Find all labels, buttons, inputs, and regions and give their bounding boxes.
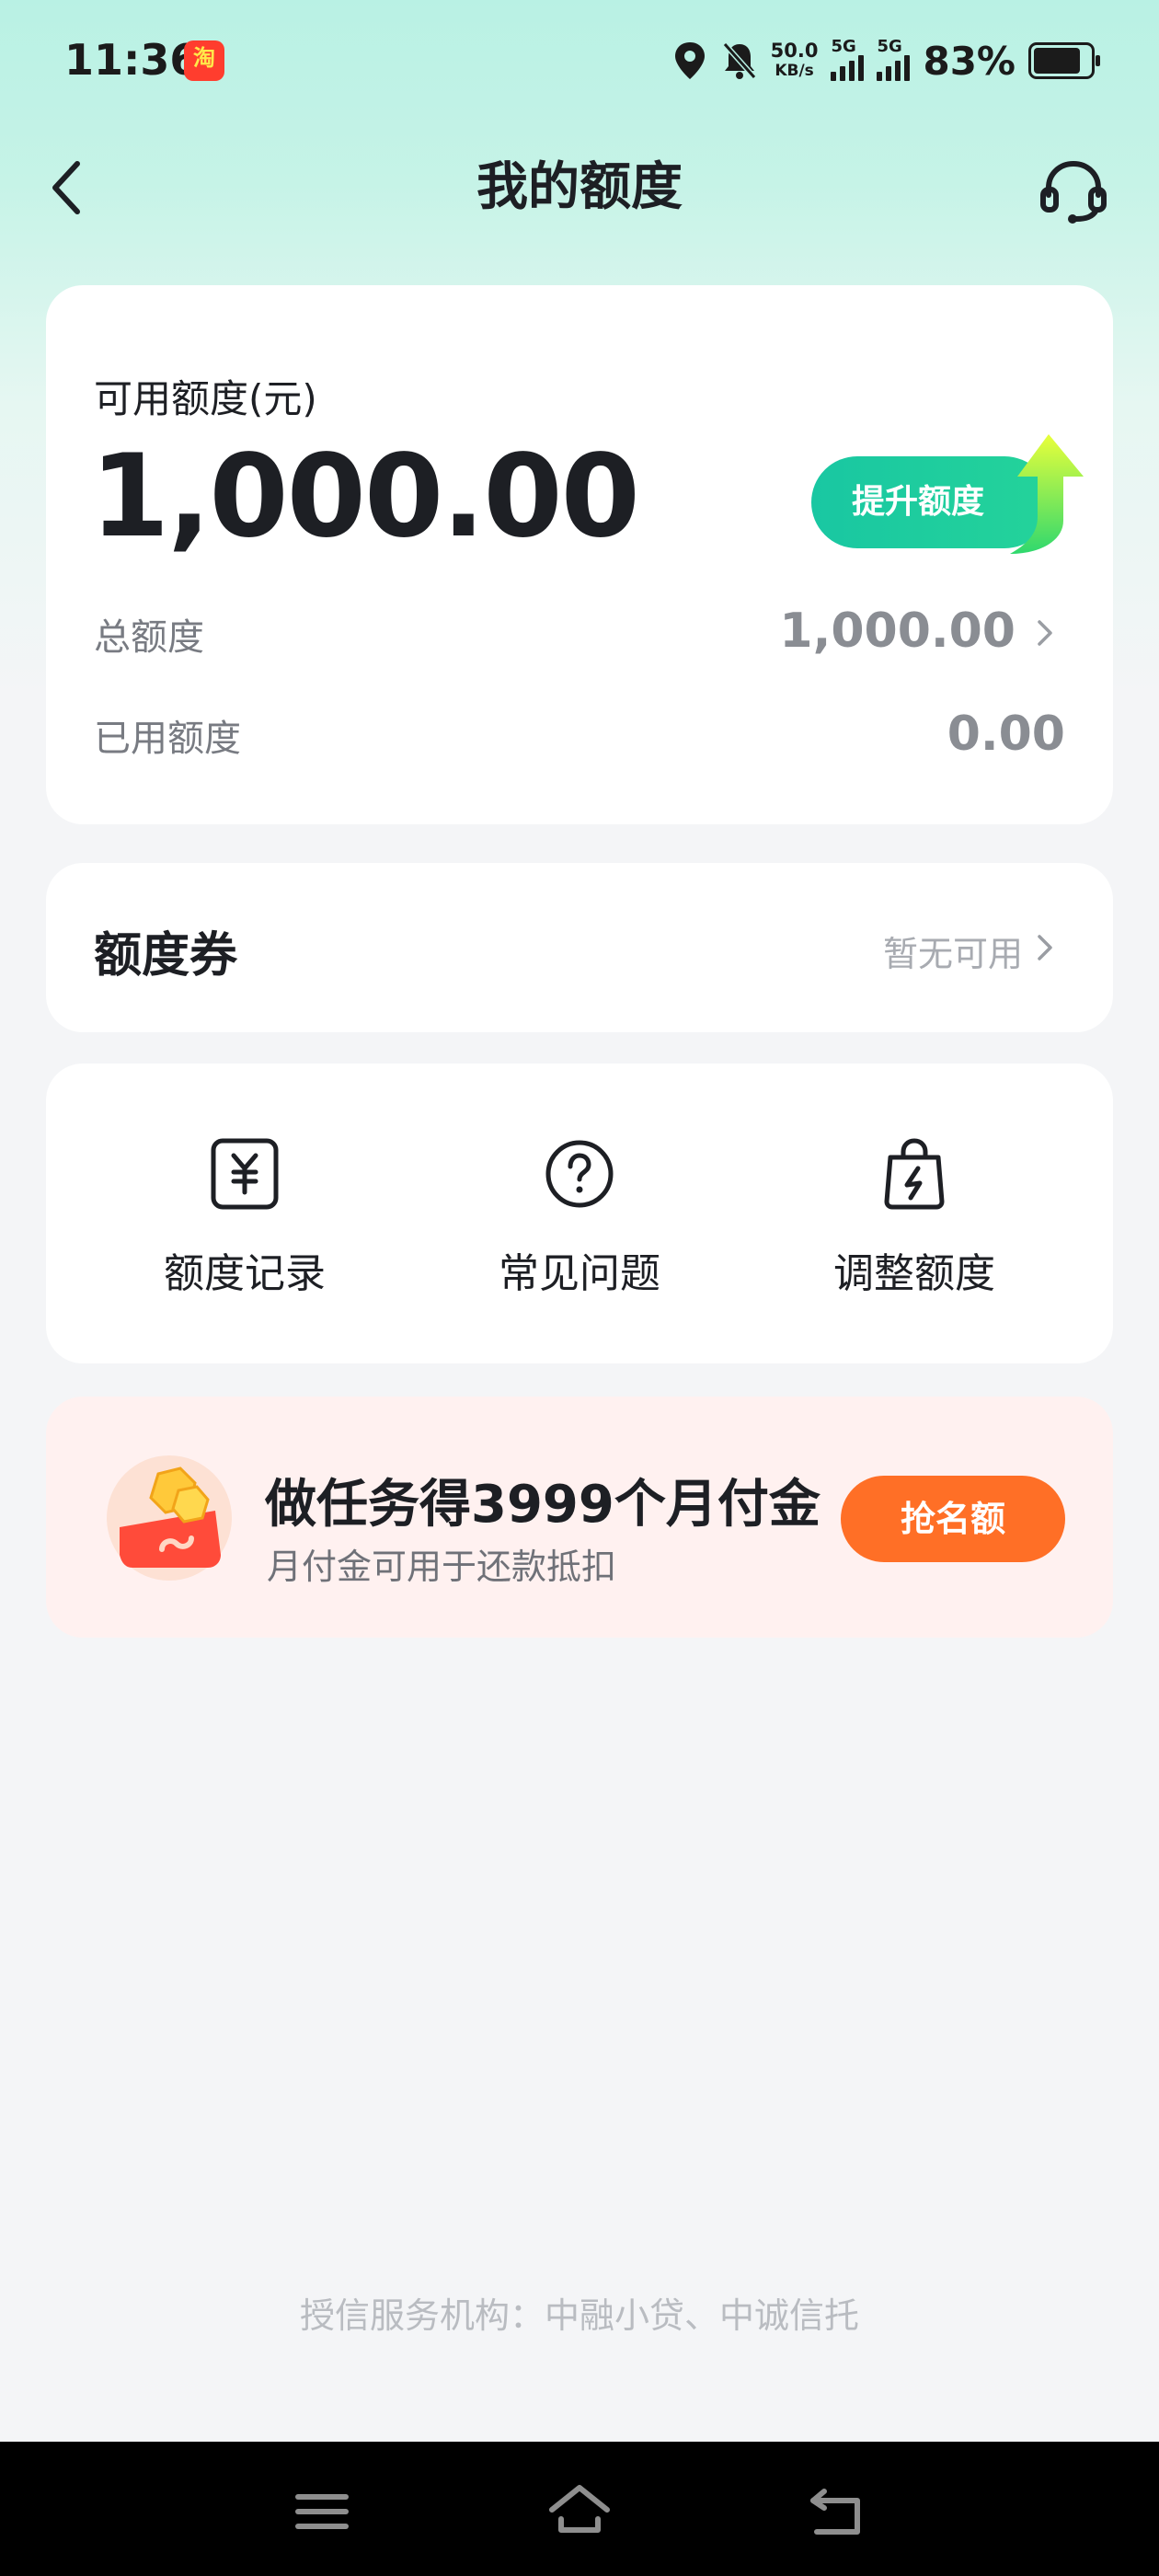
up-arrow-icon — [1010, 434, 1084, 554]
headset-icon — [1040, 160, 1107, 224]
signal-bar — [849, 61, 855, 81]
credit-institution-note: 授信服务机构：中融小贷、中诚信托 — [299, 2295, 859, 2336]
promo-subtitle: 月付金可用于还款抵扣 — [267, 1547, 617, 1587]
shortcut-adjust-credit[interactable]: 调整额度 — [776, 1137, 1052, 1299]
available-credit-amount: 1,000.00 — [90, 431, 640, 563]
signal-bar — [886, 66, 892, 81]
shortcut-label: 常见问题 — [499, 1250, 660, 1297]
home-icon[interactable] — [543, 2475, 616, 2548]
net-speed-value: 50.0 — [770, 40, 819, 62]
battery-percent: 83% — [923, 38, 1016, 84]
status-indicators: 50.0 KB/s 5G 5G 83% — [671, 31, 1100, 90]
available-credit-label: 可用额度(元) — [94, 376, 317, 421]
sim2-network-type: 5G — [877, 37, 902, 56]
shortcut-panel: 额度记录 常见问题 调整额度 — [46, 1064, 1113, 1363]
shortcut-label: 额度记录 — [164, 1250, 326, 1297]
chevron-right-icon — [1038, 935, 1052, 960]
signal-bar — [831, 72, 837, 81]
system-navigation-bar — [0, 2442, 1159, 2576]
grab-quota-button[interactable]: 抢名额 — [841, 1476, 1065, 1562]
back-nav-icon[interactable] — [800, 2475, 874, 2548]
sim1-network-type: 5G — [831, 37, 856, 56]
question-circle-icon — [545, 1140, 614, 1208]
chevron-right-icon[interactable] — [1034, 615, 1058, 651]
location-icon — [674, 42, 705, 79]
signal-bar — [904, 55, 911, 81]
signal-sim2: 5G — [877, 37, 911, 81]
voucher-status: 暂无可用 — [882, 934, 1023, 974]
total-credit-label: 总额度 — [94, 616, 204, 659]
shortcut-faq[interactable]: 常见问题 — [442, 1137, 717, 1299]
voucher-title: 额度券 — [94, 928, 238, 983]
signal-sim1: 5G — [831, 37, 865, 81]
net-speed: 50.0 KB/s — [771, 40, 819, 81]
total-credit-value[interactable]: 1,000.00 — [779, 604, 1016, 659]
taobao-app-icon: 淘 — [184, 40, 224, 81]
task-promo-banner[interactable]: 做任务得3999个月付金 月付金可用于还款抵扣 抢名额 — [46, 1397, 1113, 1638]
battery-icon — [1028, 42, 1100, 79]
used-credit-value: 0.00 — [947, 707, 1065, 762]
status-time: 11:36 — [64, 35, 200, 85]
battery-level — [1034, 48, 1080, 74]
coin-gift-icon — [107, 1455, 232, 1581]
shortcut-credit-record[interactable]: 额度记录 — [107, 1137, 383, 1299]
signal-bar — [895, 61, 901, 81]
bolt-bag-icon — [884, 1138, 945, 1210]
signal-bar — [877, 72, 883, 81]
promo-title: 做任务得3999个月付金 — [265, 1475, 820, 1535]
signal-bar — [858, 55, 865, 81]
used-credit-label: 已用额度 — [94, 718, 241, 760]
credit-card: 可用额度(元) 1,000.00 提升额度 总额度 1,000.00 已用额度 … — [46, 285, 1113, 824]
signal-bar — [840, 66, 846, 81]
menu-icon[interactable] — [285, 2475, 359, 2548]
shortcut-label: 调整额度 — [833, 1250, 995, 1297]
status-bar: 11:36 淘 50.0 KB/s 5G 5G 83% — [0, 0, 1159, 129]
mute-bell-icon — [722, 42, 756, 79]
customer-service-button[interactable] — [1038, 155, 1109, 226]
net-speed-unit: KB/s — [775, 62, 814, 80]
page-title: 我的额度 — [476, 157, 683, 217]
credit-voucher-row[interactable]: 额度券 暂无可用 — [46, 863, 1113, 1032]
yen-record-icon — [211, 1138, 279, 1210]
